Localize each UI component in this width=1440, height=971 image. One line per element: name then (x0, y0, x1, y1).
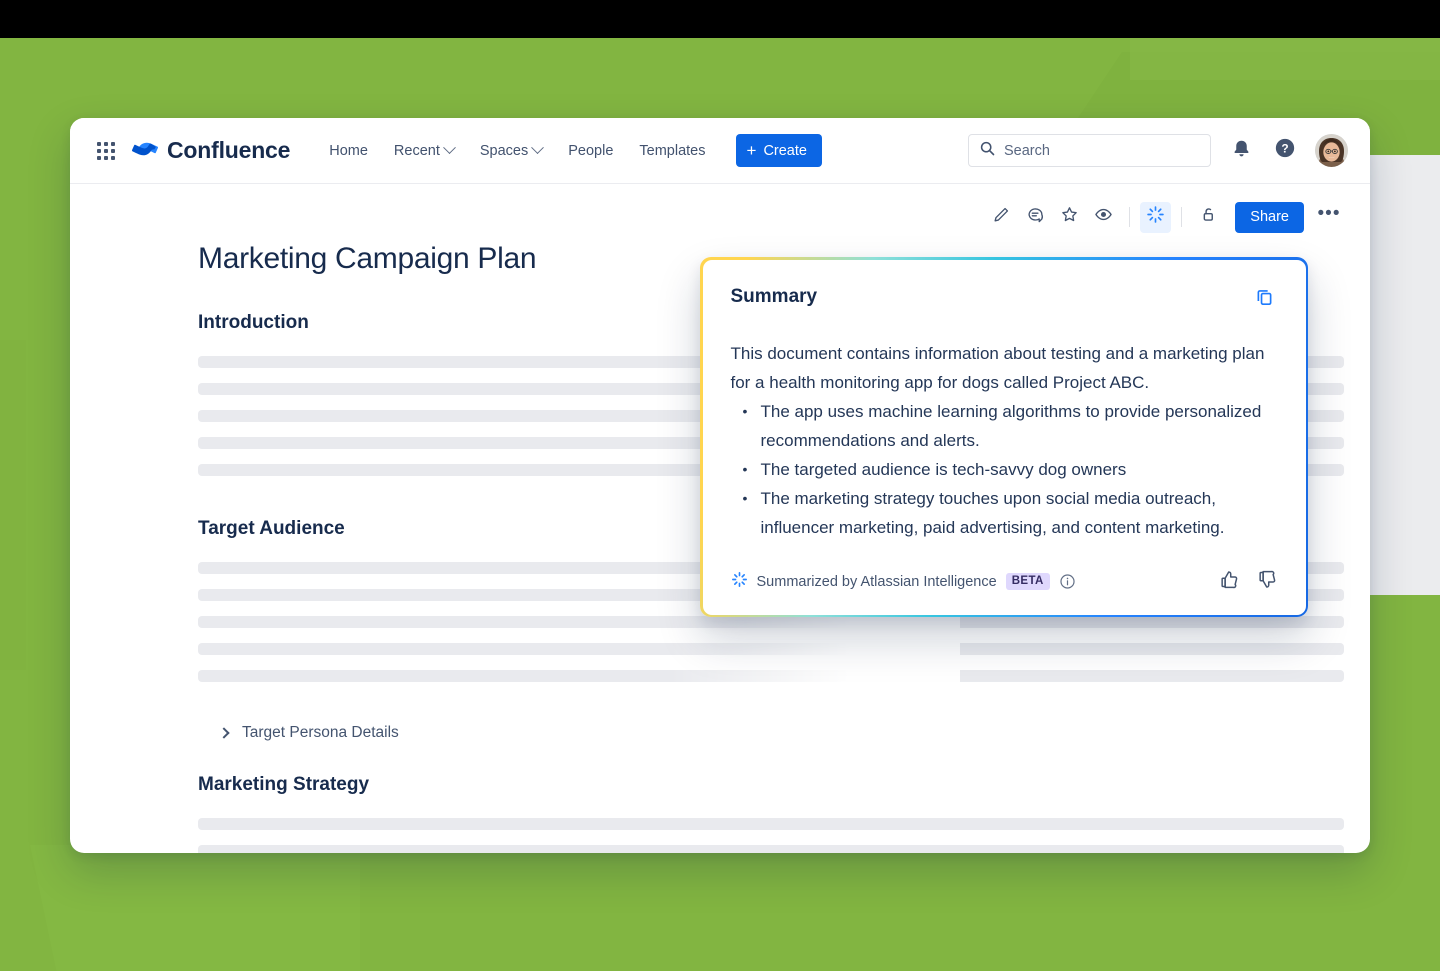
restrictions-lock-icon (1198, 205, 1217, 229)
placeholder-line (198, 845, 1344, 853)
placeholder-line (198, 616, 1344, 628)
watch-button[interactable] (1088, 202, 1119, 233)
expand-label: Target Persona Details (242, 724, 399, 741)
nav-item-label: People (568, 142, 614, 159)
comment-icon (1026, 205, 1045, 229)
background-shape-d (0, 340, 26, 670)
search-box[interactable] (968, 134, 1211, 167)
nav-item-label: Templates (639, 142, 706, 159)
atlassian-intelligence-icon (731, 571, 748, 593)
placeholder-line (198, 643, 1344, 655)
comment-button[interactable] (1020, 202, 1051, 233)
help-button[interactable]: ? (1271, 137, 1299, 165)
create-button-label: Create (763, 142, 807, 159)
app-switcher-button[interactable] (90, 135, 122, 167)
plus-icon: + (746, 140, 757, 160)
copy-summary-button[interactable] (1252, 286, 1278, 312)
beta-badge: BETA (1005, 573, 1050, 590)
ai-attribution-group: Summarized by Atlassian Intelligence BET… (731, 571, 1076, 593)
copy-icon (1254, 286, 1275, 312)
search-input[interactable] (1004, 142, 1199, 159)
summary-lead-text: This document contains information about… (730, 343, 1265, 392)
toolbar-divider (1181, 207, 1183, 227)
section-heading-marketing-strategy: Marketing Strategy (198, 774, 370, 795)
background-shape-e (1378, 595, 1440, 971)
nav-item-home[interactable]: Home (316, 136, 381, 166)
avatar[interactable] (1315, 134, 1348, 167)
background-gray-panel (1370, 155, 1440, 595)
nav-item-label: Spaces (479, 142, 529, 159)
user-avatar (1315, 134, 1348, 167)
chevron-down-icon (531, 141, 545, 155)
star-button[interactable] (1054, 202, 1085, 233)
nav-item-recent[interactable]: Recent (381, 136, 467, 166)
share-button[interactable]: Share (1235, 201, 1304, 233)
edit-button[interactable] (986, 202, 1017, 233)
nav-item-people[interactable]: People (555, 136, 626, 166)
toolbar-divider (1129, 207, 1131, 227)
summary-bullet-list: The app uses machine learning algorithms… (731, 397, 1278, 542)
bell-icon (1231, 138, 1252, 164)
summary-bullet: The marketing strategy touches upon soci… (731, 484, 1278, 542)
nav-item-label: Recent (393, 142, 440, 159)
more-actions-button[interactable]: ••• (1314, 202, 1344, 232)
expand-target-persona-details[interactable]: Target Persona Details (218, 724, 399, 742)
global-navigation-bar: Confluence Home Recent Spaces People Tem… (70, 118, 1370, 184)
confluence-home-link[interactable]: Confluence (131, 135, 291, 166)
page-actions-toolbar: Share ••• (70, 184, 1370, 236)
nav-item-templates[interactable]: Templates (626, 136, 718, 166)
nav-right-cluster: ? (968, 134, 1348, 167)
summary-bullet: The app uses machine learning algorithms… (731, 397, 1278, 455)
background-shape-c (30, 845, 360, 971)
info-circle-icon[interactable] (1059, 573, 1076, 590)
svg-text:?: ? (1281, 141, 1288, 155)
summary-title: Summary (730, 285, 818, 307)
help-circle-icon: ? (1274, 137, 1296, 164)
chevron-right-icon (218, 727, 230, 739)
primary-nav-links: Home Recent Spaces People Templates (316, 136, 718, 166)
ai-summary-footer: Summarized by Atlassian Intelligence BET… (731, 569, 1278, 595)
confluence-logo-icon (131, 135, 158, 166)
ai-summary-panel-body: Summary This document contains informati… (702, 259, 1306, 615)
nav-item-spaces[interactable]: Spaces (467, 136, 555, 166)
scene: Confluence Home Recent Spaces People Tem… (0, 0, 1440, 971)
background-shape-b (1130, 38, 1440, 80)
restrictions-button[interactable] (1192, 202, 1223, 233)
grid-apps-icon (97, 141, 115, 160)
nav-item-label: Home (329, 142, 368, 159)
ai-summary-panel: Summary This document contains informati… (700, 257, 1308, 617)
watch-eye-icon (1094, 205, 1113, 229)
placeholder-line (198, 818, 1344, 830)
summary-bullet: The targeted audience is tech-savvy dog … (731, 455, 1278, 484)
thumbs-up-button[interactable] (1219, 569, 1240, 595)
feedback-group (1219, 569, 1278, 595)
atlassian-intelligence-icon (1146, 205, 1165, 229)
ai-summary-header: Summary (731, 286, 1278, 312)
notifications-button[interactable] (1227, 137, 1255, 165)
create-button[interactable]: + Create (735, 134, 822, 167)
thumbs-down-button[interactable] (1257, 569, 1278, 595)
ai-attribution-text: Summarized by Atlassian Intelligence (756, 573, 997, 590)
brand-name: Confluence (167, 137, 291, 163)
chevron-down-icon (443, 141, 456, 155)
atlassian-intelligence-button[interactable] (1140, 201, 1172, 233)
placeholder-line (198, 670, 1344, 682)
edit-pencil-icon (992, 205, 1011, 229)
star-icon (1060, 205, 1079, 229)
search-icon (980, 141, 995, 161)
placeholder-paragraph-marketing-strategy (198, 818, 1370, 853)
